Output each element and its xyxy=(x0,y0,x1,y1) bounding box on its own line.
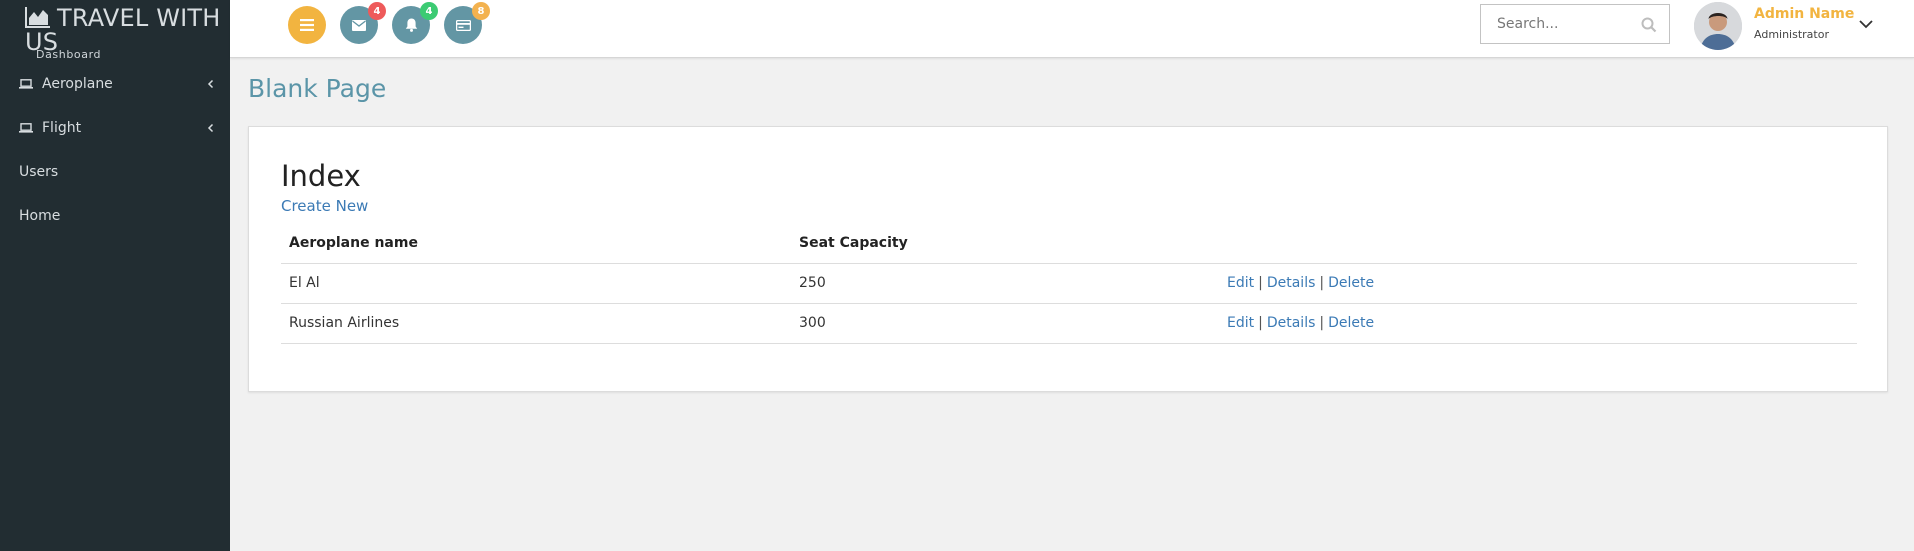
cell-seat-capacity: 250 xyxy=(791,263,1219,304)
sidebar-item-home[interactable]: Home xyxy=(0,194,230,238)
brand[interactable]: TRAVEL WITH US xyxy=(25,6,225,54)
table-header-row: Aeroplane name Seat Capacity xyxy=(281,223,1857,264)
action-separator: | xyxy=(1319,315,1325,331)
sidebar-item-label: Aeroplane xyxy=(42,76,113,92)
brand-title: TRAVEL WITH US xyxy=(25,6,225,54)
mail-icon xyxy=(352,19,366,31)
messages-badge: 4 xyxy=(368,2,386,20)
sidebar-item-flight[interactable]: Flight xyxy=(0,106,230,150)
cell-seat-capacity: 300 xyxy=(791,303,1219,344)
search-icon[interactable] xyxy=(1641,17,1657,33)
menu-toggle-button[interactable] xyxy=(288,6,326,44)
details-link[interactable]: Details xyxy=(1267,315,1316,331)
sidebar-item-label: Home xyxy=(19,208,61,224)
user-avatar[interactable] xyxy=(1694,2,1742,50)
messages-button[interactable]: 4 xyxy=(340,2,386,44)
action-separator: | xyxy=(1258,275,1263,291)
delete-link[interactable]: Delete xyxy=(1328,275,1374,291)
action-separator: | xyxy=(1319,275,1325,291)
search-input[interactable] xyxy=(1481,5,1631,43)
column-header-aeroplane-name: Aeroplane name xyxy=(281,223,791,264)
menu-icon xyxy=(300,19,314,31)
content-panel: Index Create New Aeroplane name Seat Cap… xyxy=(248,126,1888,392)
user-name[interactable]: Admin Name xyxy=(1754,6,1854,22)
chevron-left-icon xyxy=(207,79,214,89)
page-title: Blank Page xyxy=(248,74,387,103)
sidebar-item-users[interactable]: Users xyxy=(0,150,230,194)
edit-link[interactable]: Edit xyxy=(1227,315,1254,331)
notifications-badge: 4 xyxy=(420,2,438,20)
row-actions: Edit | Details | Delete xyxy=(1219,263,1857,304)
chevron-left-icon xyxy=(207,123,214,133)
edit-link[interactable]: Edit xyxy=(1227,275,1254,291)
create-new-link[interactable]: Create New xyxy=(281,197,368,215)
sidebar-nav: Aeroplane Flight Users Home xyxy=(0,62,230,238)
tasks-badge: 8 xyxy=(472,2,490,20)
notifications-button[interactable]: 4 xyxy=(392,2,438,44)
action-separator: | xyxy=(1258,315,1263,331)
brand-subtitle: Dashboard xyxy=(36,48,102,61)
sidebar-item-label: Users xyxy=(19,164,59,180)
laptop-icon xyxy=(19,79,33,89)
table-row: El Al 250 Edit | Details | Delete xyxy=(281,263,1857,304)
laptop-icon xyxy=(19,123,33,133)
column-header-seat-capacity: Seat Capacity xyxy=(791,223,1219,264)
row-actions: Edit | Details | Delete xyxy=(1219,303,1857,344)
details-link[interactable]: Details xyxy=(1267,275,1316,291)
sidebar: TRAVEL WITH US Dashboard Aeroplane Fligh… xyxy=(0,0,230,551)
top-header: 4 4 8 Admin Name Administrator xyxy=(230,0,1914,58)
index-heading: Index xyxy=(281,159,361,193)
sidebar-item-aeroplane[interactable]: Aeroplane xyxy=(0,62,230,106)
cell-aeroplane-name: Russian Airlines xyxy=(281,303,791,344)
sidebar-item-label: Flight xyxy=(42,120,82,136)
search-box xyxy=(1480,4,1670,44)
user-role: Administrator xyxy=(1754,28,1829,41)
user-photo-icon xyxy=(1694,2,1742,50)
aeroplane-table: Aeroplane name Seat Capacity El Al 250 E… xyxy=(281,223,1857,344)
cell-aeroplane-name: El Al xyxy=(281,263,791,304)
bell-icon xyxy=(405,18,417,32)
area-chart-icon xyxy=(25,7,50,28)
column-header-actions xyxy=(1219,223,1857,264)
table-row: Russian Airlines 300 Edit | Details | Delete xyxy=(281,303,1857,344)
tasks-button[interactable]: 8 xyxy=(444,2,490,44)
card-icon xyxy=(455,19,471,31)
delete-link[interactable]: Delete xyxy=(1328,315,1374,331)
chevron-down-icon[interactable] xyxy=(1858,18,1874,30)
